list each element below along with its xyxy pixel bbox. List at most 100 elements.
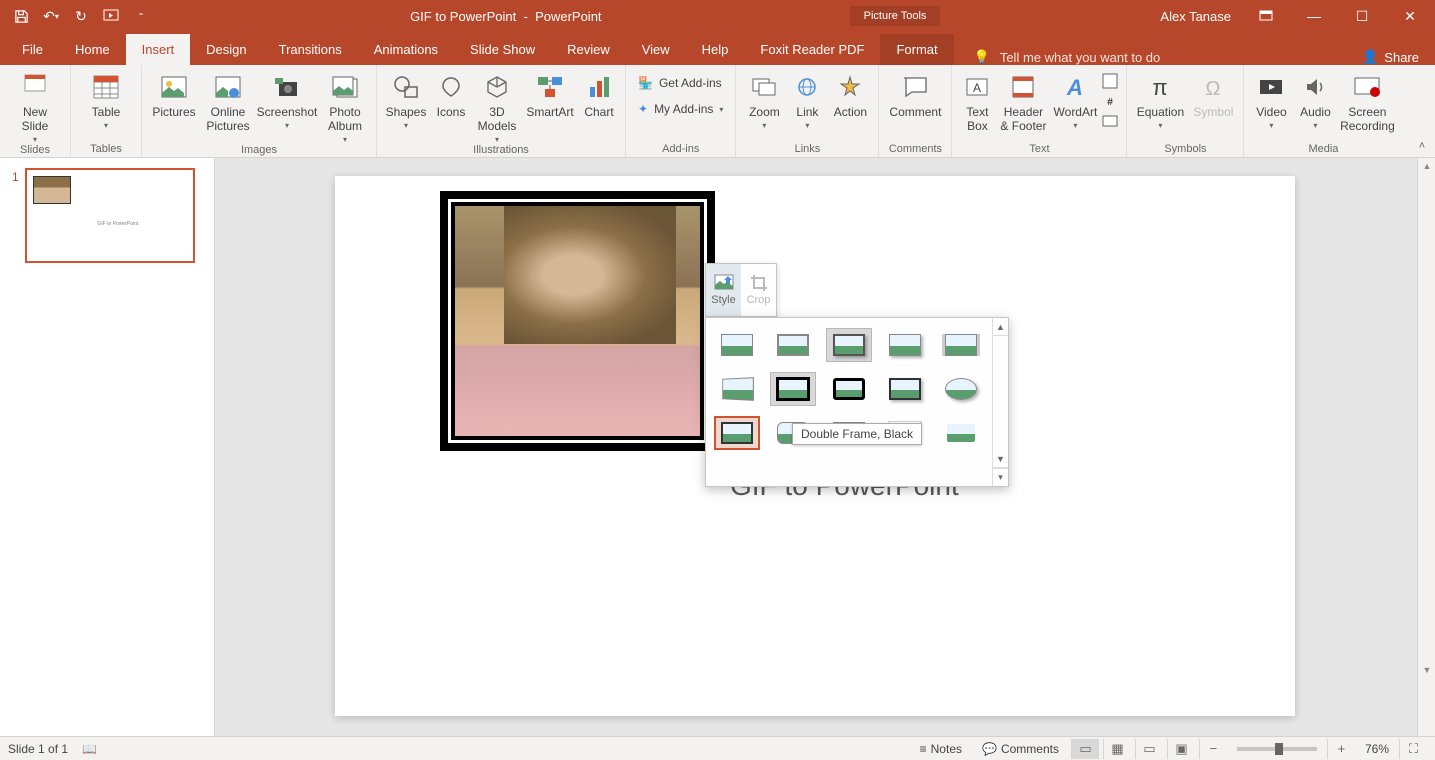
- fit-to-window-icon[interactable]: ⛶: [1399, 739, 1427, 759]
- object-icon[interactable]: [1102, 113, 1120, 131]
- slide-counter[interactable]: Slide 1 of 1: [8, 742, 68, 756]
- tab-animations[interactable]: Animations: [358, 34, 454, 65]
- date-time-icon[interactable]: [1102, 73, 1120, 91]
- reading-view-icon[interactable]: ▭: [1135, 739, 1163, 759]
- zoom-button[interactable]: Zoom▾: [742, 67, 786, 130]
- tab-insert[interactable]: Insert: [126, 34, 191, 65]
- style-option[interactable]: [938, 372, 984, 406]
- new-slide-button[interactable]: New Slide▾: [6, 67, 64, 144]
- tab-file[interactable]: File: [6, 34, 59, 65]
- notes-button[interactable]: ≡Notes: [912, 740, 970, 758]
- action-button[interactable]: Action: [828, 67, 872, 119]
- action-icon: [834, 71, 866, 103]
- zoom-icon: [748, 71, 780, 103]
- table-button[interactable]: Table▾: [77, 67, 135, 130]
- tell-me-search[interactable]: 💡 Tell me what you want to do: [954, 49, 1181, 65]
- slide-number: 1: [12, 168, 19, 263]
- zoom-level[interactable]: 76%: [1359, 742, 1395, 756]
- link-button[interactable]: Link▾: [788, 67, 826, 130]
- slideshow-view-icon[interactable]: ▣: [1167, 739, 1195, 759]
- crop-button[interactable]: Crop: [741, 264, 776, 316]
- equation-button[interactable]: πEquation▾: [1133, 67, 1187, 130]
- style-option[interactable]: [826, 372, 872, 406]
- close-icon[interactable]: ✕: [1387, 0, 1433, 32]
- vertical-scrollbar[interactable]: ▲ ▼: [1417, 158, 1435, 736]
- comments-button[interactable]: 💬Comments: [974, 740, 1067, 758]
- style-option[interactable]: [882, 372, 928, 406]
- zoom-out-button[interactable]: −: [1199, 739, 1227, 759]
- slide-number-icon[interactable]: #: [1102, 93, 1120, 111]
- tab-view[interactable]: View: [626, 34, 686, 65]
- spell-check-icon[interactable]: 📖: [82, 742, 97, 756]
- style-option[interactable]: [938, 328, 984, 362]
- save-icon[interactable]: [8, 3, 34, 29]
- zoom-slider[interactable]: [1237, 747, 1317, 751]
- tab-home[interactable]: Home: [59, 34, 126, 65]
- customize-qat-icon[interactable]: ⁼: [128, 3, 154, 29]
- ribbon-display-options-icon[interactable]: [1243, 0, 1289, 32]
- screenshot-icon: [271, 71, 303, 103]
- style-option[interactable]: [882, 328, 928, 362]
- tab-format[interactable]: Format: [880, 34, 953, 65]
- picture-object[interactable]: [440, 191, 715, 451]
- online-pictures-icon: [212, 71, 244, 103]
- screen-recording-button[interactable]: Screen Recording: [1338, 67, 1396, 133]
- slide-edit-area[interactable]: GIF to PowerPoint Style Crop: [215, 158, 1435, 736]
- group-label-comments: Comments: [889, 143, 942, 157]
- smartart-button[interactable]: SmartArt: [523, 67, 577, 119]
- share-button[interactable]: 👤 Share: [1346, 49, 1435, 65]
- zoom-in-button[interactable]: +: [1327, 739, 1355, 759]
- audio-icon: [1299, 71, 1331, 103]
- photo-album-button[interactable]: Photo Album▾: [320, 67, 370, 144]
- tab-design[interactable]: Design: [190, 34, 262, 65]
- pictures-button[interactable]: Pictures: [148, 67, 200, 119]
- style-option[interactable]: [714, 372, 760, 406]
- collapse-ribbon-icon[interactable]: ˄: [1413, 137, 1431, 155]
- style-button[interactable]: Style: [706, 264, 741, 316]
- scroll-down-icon[interactable]: ▼: [993, 450, 1008, 468]
- style-option-selected[interactable]: [714, 416, 760, 450]
- scroll-down-icon[interactable]: ▼: [1421, 664, 1433, 676]
- group-label-slides: Slides: [20, 144, 50, 158]
- style-option[interactable]: [770, 328, 816, 362]
- wordart-button[interactable]: AWordArt▾: [1050, 67, 1100, 130]
- audio-button[interactable]: Audio▾: [1294, 67, 1336, 130]
- undo-icon[interactable]: ↶▾: [38, 3, 64, 29]
- 3d-models-button[interactable]: 3D Models▾: [473, 67, 521, 144]
- scroll-up-icon[interactable]: ▲: [993, 318, 1008, 336]
- tab-slideshow[interactable]: Slide Show: [454, 34, 551, 65]
- comment-button[interactable]: Comment: [885, 67, 945, 119]
- style-option[interactable]: [826, 328, 872, 362]
- scroll-up-icon[interactable]: ▲: [1421, 160, 1433, 172]
- tab-review[interactable]: Review: [551, 34, 626, 65]
- my-addins-button[interactable]: ✦My Add-ins ▾: [632, 97, 729, 121]
- slide-canvas[interactable]: GIF to PowerPoint Style Crop: [335, 176, 1295, 716]
- icons-button[interactable]: Icons: [431, 67, 471, 119]
- start-from-beginning-icon[interactable]: [98, 3, 124, 29]
- more-options-icon[interactable]: ▾: [993, 468, 1008, 486]
- text-box-button[interactable]: AText Box: [958, 67, 996, 133]
- shapes-button[interactable]: Shapes▾: [383, 67, 429, 130]
- maximize-icon[interactable]: ☐: [1339, 0, 1385, 32]
- tab-help[interactable]: Help: [686, 34, 745, 65]
- style-option[interactable]: [714, 328, 760, 362]
- style-option-double-frame-black[interactable]: [770, 372, 816, 406]
- link-icon: [791, 71, 823, 103]
- get-addins-button[interactable]: 🏪Get Add-ins: [632, 71, 729, 95]
- slide-thumbnail[interactable]: 1 GIF to PowerPoint: [12, 168, 202, 263]
- online-pictures-button[interactable]: Online Pictures: [202, 67, 254, 133]
- style-option[interactable]: [938, 416, 984, 450]
- screenshot-button[interactable]: Screenshot▾: [256, 67, 318, 130]
- minimize-icon[interactable]: —: [1291, 0, 1337, 32]
- normal-view-icon[interactable]: ▭: [1071, 739, 1099, 759]
- tab-transitions[interactable]: Transitions: [263, 34, 358, 65]
- gallery-scrollbar[interactable]: ▲ ▼ ▾: [992, 318, 1008, 486]
- slide-thumbnail-pane[interactable]: 1 GIF to PowerPoint: [0, 158, 215, 736]
- video-button[interactable]: Video▾: [1250, 67, 1292, 130]
- header-footer-button[interactable]: Header & Footer: [998, 67, 1048, 133]
- slide-sorter-view-icon[interactable]: ▦: [1103, 739, 1131, 759]
- tab-foxit[interactable]: Foxit Reader PDF: [744, 34, 880, 65]
- redo-icon[interactable]: ↻: [68, 3, 94, 29]
- chart-button[interactable]: Chart: [579, 67, 619, 119]
- user-name[interactable]: Alex Tanase: [1160, 9, 1231, 24]
